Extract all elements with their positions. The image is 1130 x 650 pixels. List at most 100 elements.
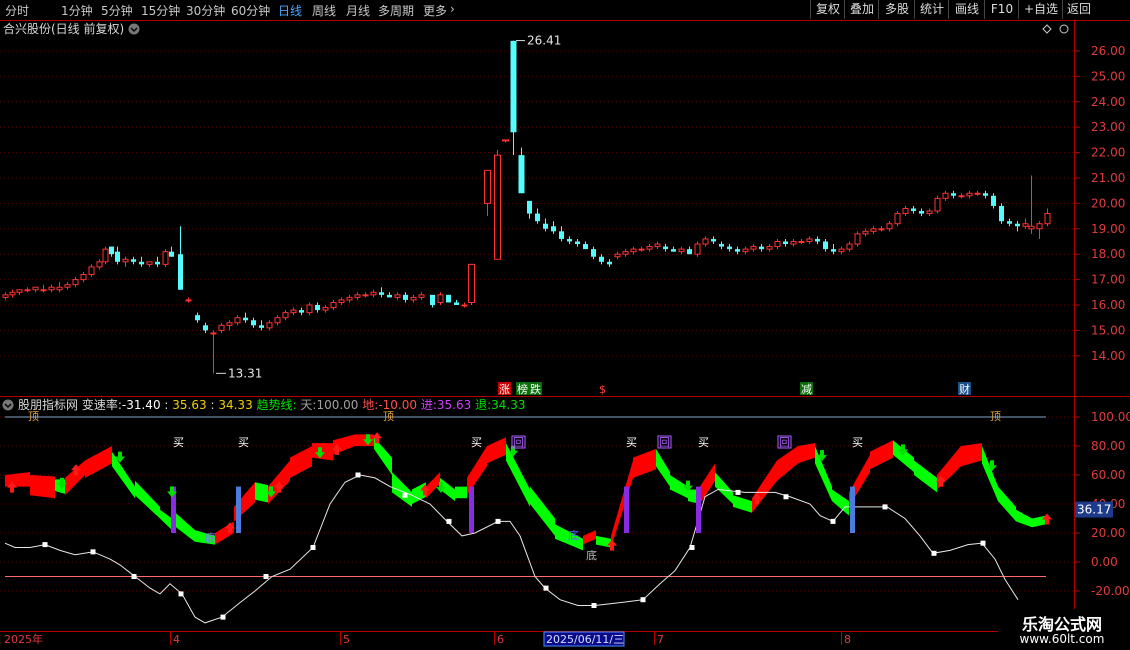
signal-label: 买 bbox=[471, 436, 482, 449]
candle-body bbox=[518, 155, 525, 194]
candle-body bbox=[766, 246, 773, 250]
trend-ribbon-up bbox=[30, 475, 55, 499]
signal-bar bbox=[469, 486, 474, 533]
period-tab-4[interactable]: 30分钟 bbox=[186, 2, 225, 19]
candle-body bbox=[575, 241, 580, 245]
header-part: 天: bbox=[300, 398, 316, 412]
candle-body bbox=[259, 325, 264, 328]
candle-56 bbox=[446, 294, 451, 303]
chart-title: 合兴股份(日线 前复权) bbox=[3, 21, 124, 36]
trend-ribbon-down bbox=[160, 509, 172, 531]
candle-body bbox=[750, 246, 757, 250]
period-tab-5[interactable]: 60分钟 bbox=[231, 2, 270, 19]
candle-body bbox=[178, 254, 183, 290]
candle-67 bbox=[543, 218, 548, 232]
chevron-right-icon[interactable]: › bbox=[450, 2, 455, 16]
candle-body bbox=[299, 310, 304, 313]
period-tab-1[interactable]: 1分钟 bbox=[61, 2, 93, 19]
candle-36 bbox=[282, 310, 289, 321]
toolbar-button-3[interactable]: 统计 bbox=[914, 0, 949, 19]
candle-body bbox=[315, 305, 320, 311]
toolbar-button-7[interactable]: 返回 bbox=[1062, 0, 1095, 19]
candle-body bbox=[494, 154, 501, 260]
diamond-icon[interactable] bbox=[1042, 24, 1052, 34]
candle-body bbox=[56, 286, 63, 291]
toolbar-button-5[interactable]: F10 bbox=[984, 0, 1019, 19]
candle-9 bbox=[72, 277, 79, 288]
candle-body bbox=[790, 241, 797, 245]
period-tab-2[interactable]: 5分钟 bbox=[101, 2, 133, 19]
toolbar-button-0[interactable]: 复权 bbox=[810, 0, 845, 19]
candle-body bbox=[823, 241, 828, 250]
candle-18 bbox=[139, 256, 144, 267]
period-tab-8[interactable]: 月线 bbox=[346, 2, 370, 19]
candle-109 bbox=[878, 226, 885, 232]
candle-body bbox=[48, 286, 55, 291]
candle-15 bbox=[115, 246, 120, 265]
candle-body bbox=[251, 320, 256, 326]
signal-label: 回 bbox=[779, 436, 790, 449]
candle-body bbox=[234, 317, 241, 324]
toolbar-button-1[interactable]: 叠加 bbox=[844, 0, 879, 19]
signal-bar bbox=[850, 486, 855, 533]
period-tab-3[interactable]: 15分钟 bbox=[141, 2, 180, 19]
toolbar-button-4[interactable]: 画线 bbox=[948, 0, 985, 19]
chevron-down-icon[interactable] bbox=[128, 23, 140, 35]
candle-128 bbox=[1028, 175, 1035, 234]
trend-ribbon-down bbox=[982, 446, 998, 502]
candle-62 bbox=[502, 139, 509, 143]
candle-123 bbox=[991, 193, 996, 209]
candle-body bbox=[185, 299, 192, 302]
candle-body bbox=[169, 251, 174, 257]
trend-ribbon-down bbox=[255, 482, 268, 503]
ind-tick-label: 0.00 bbox=[1091, 555, 1118, 569]
candle-130 bbox=[1044, 208, 1051, 227]
candle-19 bbox=[146, 261, 153, 267]
candle-body bbox=[510, 40, 517, 133]
candlesticks bbox=[2, 40, 1051, 374]
candle-body bbox=[379, 292, 384, 295]
candle-body bbox=[983, 193, 988, 196]
candle-34 bbox=[266, 320, 273, 331]
period-tab-6[interactable]: 日线 bbox=[278, 2, 302, 19]
trend-ribbon-up bbox=[633, 448, 656, 478]
circle-icon[interactable] bbox=[1059, 24, 1069, 34]
candle-129 bbox=[1036, 221, 1043, 239]
trend-ribbon-down bbox=[392, 472, 412, 507]
candle-body bbox=[139, 261, 144, 265]
candle-124 bbox=[999, 203, 1004, 224]
candle-body bbox=[502, 139, 509, 142]
ind-chevron-down-icon[interactable] bbox=[2, 399, 14, 411]
candle-body bbox=[131, 259, 136, 262]
candle-45 bbox=[354, 292, 361, 300]
candle-body bbox=[991, 195, 996, 206]
candle-body bbox=[72, 279, 79, 286]
site-watermark: 乐淘公式网 www.60lt.com bbox=[998, 609, 1130, 650]
period-tab-7[interactable]: 周线 bbox=[312, 2, 336, 19]
candle-body bbox=[551, 226, 556, 232]
price-tick-label: 17.00 bbox=[1091, 273, 1125, 287]
period-tab-0[interactable]: 分时 bbox=[5, 2, 29, 19]
trend-label: 趋势线: bbox=[257, 398, 297, 412]
candle-body bbox=[694, 243, 701, 255]
candle-body bbox=[958, 195, 965, 198]
candle-76 bbox=[614, 251, 621, 260]
candle-80 bbox=[646, 244, 653, 252]
toolbar-button-6[interactable]: +自选 bbox=[1018, 0, 1063, 19]
candle-72 bbox=[583, 241, 588, 250]
trend-ribbon-down bbox=[998, 486, 1016, 522]
candle-body bbox=[711, 238, 716, 242]
candle-body bbox=[630, 248, 637, 253]
toolbar-button-2[interactable]: 多股 bbox=[878, 0, 915, 19]
signal-label: 回 bbox=[513, 436, 524, 449]
watermark-url: www.60lt.com bbox=[1019, 632, 1105, 646]
period-tab-9[interactable]: 多周期 bbox=[378, 2, 414, 19]
candle-38 bbox=[299, 307, 304, 316]
trend-ribbon-up bbox=[752, 460, 777, 513]
candle-3 bbox=[24, 287, 31, 293]
period-tab-10[interactable]: 更多 bbox=[423, 2, 447, 19]
time-month-6: 6 bbox=[497, 633, 504, 646]
candle-98 bbox=[790, 238, 797, 247]
candle-52 bbox=[410, 294, 417, 303]
period-toolbar: 分时 1分钟 5分钟 15分钟 30分钟 60分钟 日线 周线 月线 多周期 更多 › 复权 叠加 多股 统计… bbox=[0, 0, 1130, 20]
